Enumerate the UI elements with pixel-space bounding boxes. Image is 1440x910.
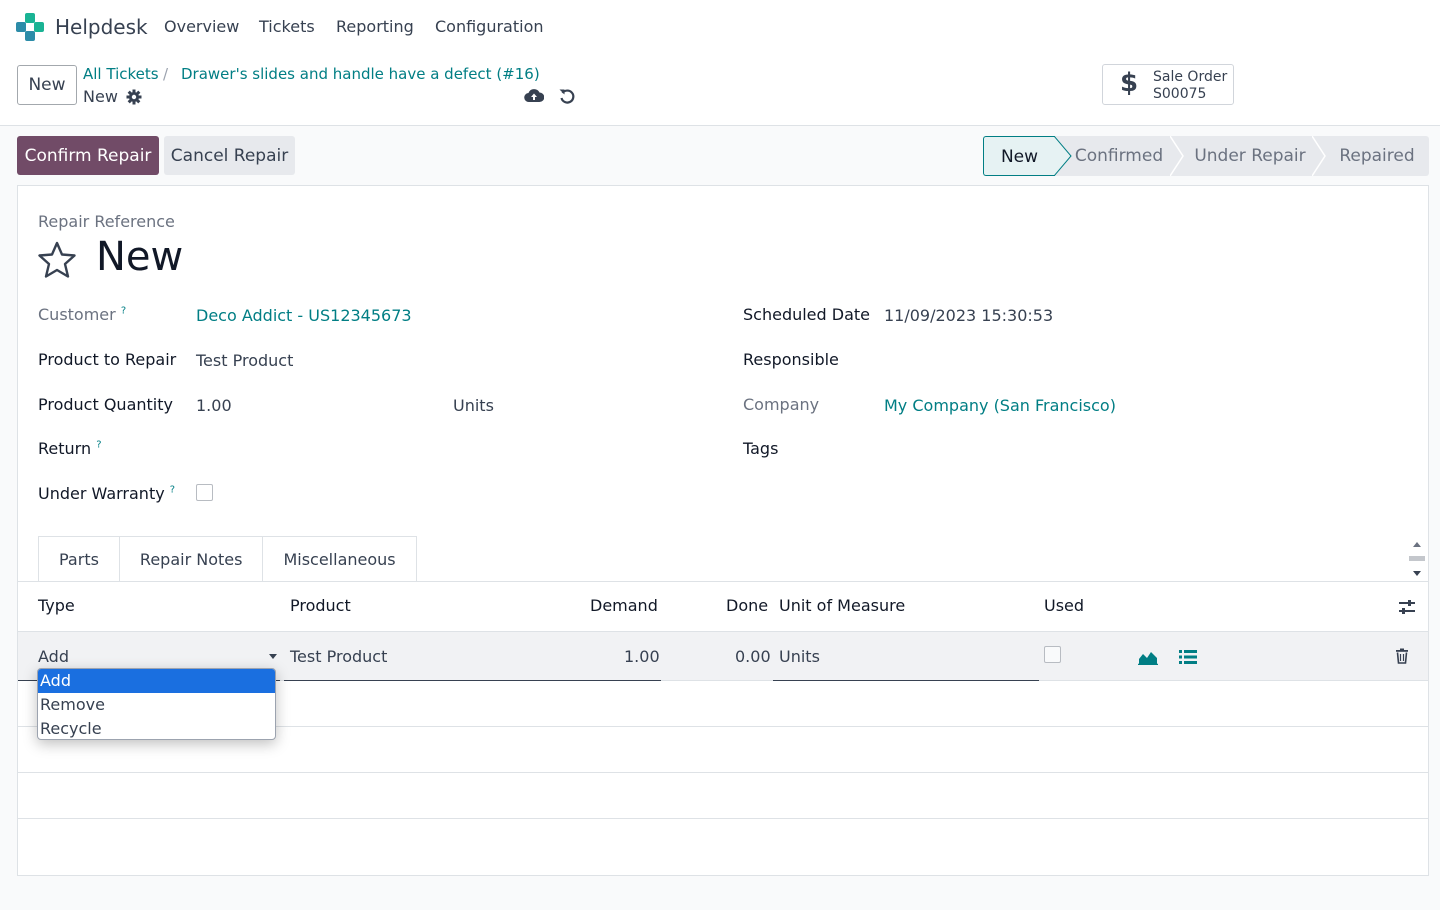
product-quantity-uom[interactable]: Units xyxy=(453,396,494,415)
control-panel: New All Tickets / Drawer's slides and ha… xyxy=(0,54,1440,126)
product-quantity-field[interactable]: 1.00 xyxy=(196,396,232,415)
menu-configuration[interactable]: Configuration xyxy=(435,17,544,36)
scrollbar[interactable] xyxy=(1408,538,1426,580)
dropdown-option-recycle[interactable]: Recycle xyxy=(38,717,275,739)
menu-reporting[interactable]: Reporting xyxy=(336,17,414,36)
under-warranty-checkbox[interactable] xyxy=(196,484,213,501)
tab-parts[interactable]: Parts xyxy=(38,536,120,582)
smart-button-title: Sale Order xyxy=(1153,69,1228,85)
stage-separator xyxy=(1170,136,1184,176)
row-demand[interactable]: 1.00 xyxy=(624,647,660,666)
tab-miscellaneous[interactable]: Miscellaneous xyxy=(262,536,417,582)
column-product[interactable]: Product xyxy=(290,596,351,615)
dollar-icon: $ xyxy=(1120,68,1139,98)
company-label: Company xyxy=(743,395,820,414)
cancel-repair-button[interactable]: Cancel Repair xyxy=(164,136,295,175)
tab-repair-notes[interactable]: Repair Notes xyxy=(118,536,264,582)
notebook-tabs: Parts Repair Notes Miscellaneous xyxy=(38,536,417,582)
column-unit-of-measure[interactable]: Unit of Measure xyxy=(779,596,905,615)
breadcrumb-all-tickets[interactable]: All Tickets xyxy=(83,65,159,83)
column-settings-icon[interactable] xyxy=(1398,599,1416,615)
sale-order-smart-button[interactable]: $ Sale Order S00075 xyxy=(1102,64,1234,105)
company-field[interactable]: My Company (San Francisco) xyxy=(884,396,1116,415)
return-label: Return ? xyxy=(38,439,102,458)
stage-new[interactable]: New xyxy=(983,136,1055,176)
under-warranty-label: Under Warranty ? xyxy=(38,484,176,503)
status-bar: New Confirmed Under Repair Repaired xyxy=(983,136,1429,176)
dropdown-option-remove[interactable]: Remove xyxy=(38,693,275,717)
type-dropdown-menu: Add Remove Recycle xyxy=(37,668,276,740)
discard-icon[interactable] xyxy=(558,87,576,105)
column-demand[interactable]: Demand xyxy=(590,596,658,615)
tags-label: Tags xyxy=(743,439,779,458)
cloud-upload-icon[interactable] xyxy=(524,87,544,105)
breadcrumb-separator: / xyxy=(163,65,169,83)
row-used-checkbox[interactable] xyxy=(1044,646,1061,663)
row-uom[interactable]: Units xyxy=(779,647,820,666)
breadcrumb-ticket[interactable]: Drawer's slides and handle have a defect… xyxy=(181,65,540,83)
empty-table-row xyxy=(18,773,1428,819)
helpdesk-logo-icon[interactable] xyxy=(16,13,44,41)
form-sheet: Repair Reference New Customer ? Deco Add… xyxy=(17,185,1429,876)
forecast-chart-icon[interactable] xyxy=(1138,649,1158,665)
menu-overview[interactable]: Overview xyxy=(164,17,239,36)
star-icon[interactable] xyxy=(38,241,76,279)
breadcrumb-current: New xyxy=(83,87,118,106)
confirm-repair-button[interactable]: Confirm Repair xyxy=(17,136,159,175)
stage-confirmed[interactable]: Confirmed xyxy=(1071,136,1167,176)
dropdown-option-add[interactable]: Add xyxy=(38,669,275,693)
list-details-icon[interactable] xyxy=(1178,649,1198,665)
stage-separator xyxy=(1312,136,1326,176)
responsible-label: Responsible xyxy=(743,350,839,369)
customer-label: Customer ? xyxy=(38,305,127,324)
new-button[interactable]: New xyxy=(17,65,77,105)
stage-under-repair[interactable]: Under Repair xyxy=(1186,136,1314,176)
row-type-select[interactable]: Add xyxy=(38,647,69,666)
gear-icon[interactable] xyxy=(126,89,142,105)
row-done: 0.00 xyxy=(735,647,771,666)
menu-tickets[interactable]: Tickets xyxy=(259,17,315,36)
scheduled-date-field[interactable]: 11/09/2023 15:30:53 xyxy=(884,306,1053,325)
trash-icon[interactable] xyxy=(1394,648,1410,664)
product-quantity-label: Product Quantity xyxy=(38,395,173,414)
stage-arrow-active xyxy=(1054,136,1072,176)
smart-button-value: S00075 xyxy=(1153,86,1207,102)
parts-table-header: Type Product Demand Done Unit of Measure… xyxy=(18,582,1428,632)
app-name[interactable]: Helpdesk xyxy=(55,15,148,39)
column-done[interactable]: Done xyxy=(726,596,768,615)
customer-field[interactable]: Deco Addict - US12345673 xyxy=(196,306,412,325)
repair-reference-value: New xyxy=(96,234,184,280)
row-product[interactable]: Test Product xyxy=(290,647,387,666)
product-to-repair-field[interactable]: Test Product xyxy=(196,351,293,370)
repair-reference-label: Repair Reference xyxy=(38,212,175,231)
chevron-down-icon[interactable] xyxy=(269,654,277,659)
column-used[interactable]: Used xyxy=(1044,596,1084,615)
top-navbar: Helpdesk Overview Tickets Reporting Conf… xyxy=(0,0,1440,54)
product-to-repair-label: Product to Repair xyxy=(38,350,177,369)
column-type[interactable]: Type xyxy=(38,596,75,615)
scheduled-date-label: Scheduled Date xyxy=(743,305,871,324)
stage-repaired[interactable]: Repaired xyxy=(1329,136,1425,176)
